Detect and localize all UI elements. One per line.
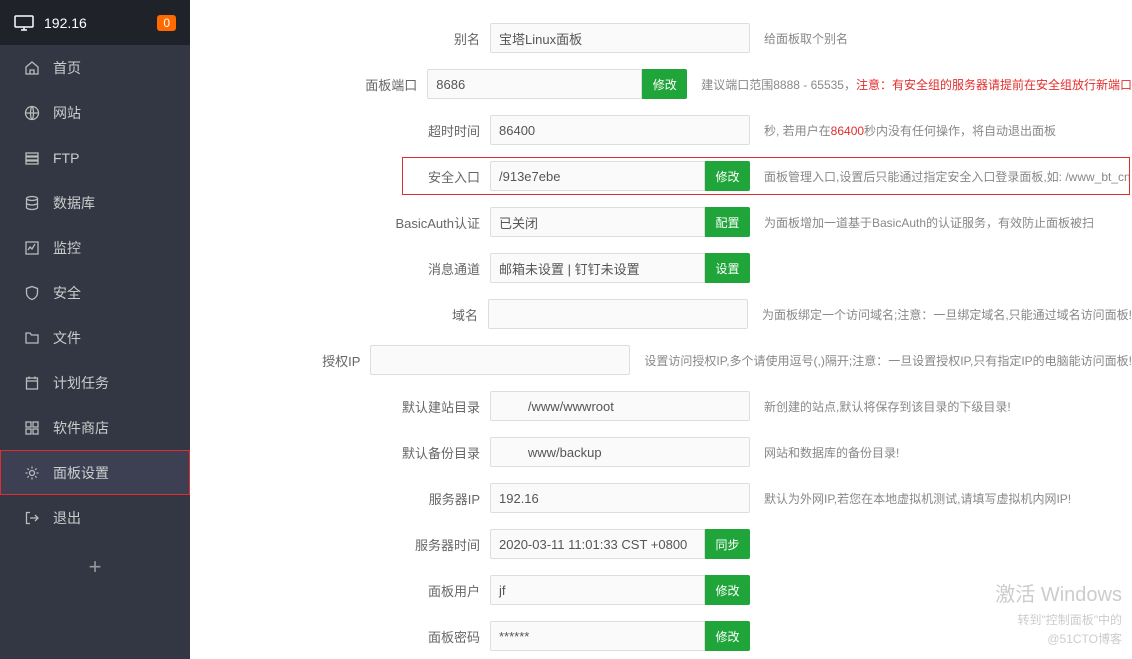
nav-label: 网站 <box>53 103 81 123</box>
secure-entry-input[interactable] <box>490 161 705 191</box>
nav-label: 面板设置 <box>53 463 109 483</box>
panel-pwd-modify-button[interactable]: 修改 <box>705 621 750 651</box>
backup-dir-hint: 网站和数据库的备份目录! <box>750 444 1132 461</box>
sidebar-item-site[interactable]: 网站 <box>0 90 190 135</box>
backup-dir-input[interactable] <box>490 437 750 467</box>
timeout-hint: 秒, 若用户在86400秒内没有任何操作，将自动退出面板 <box>750 122 1132 139</box>
sidebar-item-database[interactable]: 数据库 <box>0 180 190 225</box>
sidebar-header: 192.16 0 <box>0 0 190 45</box>
site-dir-input[interactable] <box>490 391 750 421</box>
ftp-icon <box>23 149 41 167</box>
alias-input[interactable] <box>490 23 750 53</box>
nav-label: FTP <box>53 150 79 166</box>
sidebar: 192.16 0 首页网站FTP数据库监控安全文件计划任务软件商店面板设置退出 … <box>0 0 190 659</box>
security-icon <box>23 284 41 302</box>
nav-label: 计划任务 <box>53 373 109 393</box>
site-icon <box>23 104 41 122</box>
timeout-input[interactable] <box>490 115 750 145</box>
alias-hint: 给面板取个别名 <box>750 30 1132 47</box>
server-ip-label: 服务器IP <box>190 489 490 508</box>
port-hint: 建议端口范围8888 - 65535，注意：有安全组的服务器请提前在安全组放行新… <box>687 76 1132 93</box>
site-dir-label: 默认建站目录 <box>190 397 490 416</box>
domain-hint: 为面板绑定一个访问域名;注意：一旦绑定域名,只能通过域名访问面板! <box>748 306 1132 323</box>
auth-ip-hint: 设置访问授权IP,多个请使用逗号(,)隔开;注意：一旦设置授权IP,只有指定IP… <box>630 352 1132 369</box>
nav-label: 首页 <box>53 58 81 78</box>
server-ip-input[interactable] <box>490 483 750 513</box>
server-ip-text: 192.16 <box>44 15 147 31</box>
domain-input[interactable] <box>488 299 748 329</box>
file-icon <box>23 329 41 347</box>
port-modify-button[interactable]: 修改 <box>642 69 687 99</box>
panel-pwd-label: 面板密码 <box>190 627 490 646</box>
nav-label: 文件 <box>53 328 81 348</box>
msg-set-button[interactable]: 设置 <box>705 253 750 283</box>
msg-input[interactable] <box>490 253 705 283</box>
sidebar-item-panel-settings[interactable]: 面板设置 <box>0 450 190 495</box>
nav-label: 数据库 <box>53 193 95 213</box>
notification-badge[interactable]: 0 <box>157 15 176 31</box>
panel-settings-icon <box>23 464 41 482</box>
sidebar-item-monitor[interactable]: 监控 <box>0 225 190 270</box>
monitor-icon <box>23 239 41 257</box>
nav-label: 退出 <box>53 508 81 528</box>
sidebar-item-soft[interactable]: 软件商店 <box>0 405 190 450</box>
panel-pwd-input[interactable] <box>490 621 705 651</box>
sidebar-item-ftp[interactable]: FTP <box>0 135 190 180</box>
port-label: 面板端口 <box>190 75 427 94</box>
sidebar-item-cron[interactable]: 计划任务 <box>0 360 190 405</box>
server-ip-hint: 默认为外网IP,若您在本地虚拟机测试,请填写虚拟机内网IP! <box>750 490 1132 507</box>
server-time-input[interactable] <box>490 529 705 559</box>
sidebar-item-security[interactable]: 安全 <box>0 270 190 315</box>
main-content: 别名 给面板取个别名 面板端口 修改 建议端口范围8888 - 65535，注意… <box>190 0 1132 659</box>
timeout-label: 超时时间 <box>190 121 490 140</box>
sidebar-item-file[interactable]: 文件 <box>0 315 190 360</box>
database-icon <box>23 194 41 212</box>
basicauth-label: BasicAuth认证 <box>190 213 490 232</box>
nav-label: 软件商店 <box>53 418 109 438</box>
nav-label: 安全 <box>53 283 81 303</box>
panel-user-modify-button[interactable]: 修改 <box>705 575 750 605</box>
secure-entry-modify-button[interactable]: 修改 <box>705 161 750 191</box>
sidebar-item-logout[interactable]: 退出 <box>0 495 190 540</box>
panel-user-input[interactable] <box>490 575 705 605</box>
backup-dir-label: 默认备份目录 <box>190 443 490 462</box>
sidebar-item-home[interactable]: 首页 <box>0 45 190 90</box>
site-dir-hint: 新创建的站点,默认将保存到该目录的下级目录! <box>750 398 1132 415</box>
basicauth-input[interactable] <box>490 207 705 237</box>
domain-label: 域名 <box>190 305 488 324</box>
auth-ip-input[interactable] <box>370 345 630 375</box>
soft-icon <box>23 419 41 437</box>
secure-entry-label: 安全入口 <box>190 167 490 186</box>
panel-user-label: 面板用户 <box>190 581 490 600</box>
basicauth-config-button[interactable]: 配置 <box>705 207 750 237</box>
home-icon <box>23 59 41 77</box>
nav-label: 监控 <box>53 238 81 258</box>
alias-label: 别名 <box>190 29 490 48</box>
monitor-icon <box>14 15 34 31</box>
secure-entry-hint: 面板管理入口,设置后只能通过指定安全入口登录面板,如: /www_bt_cn <box>750 168 1132 185</box>
add-server-button[interactable]: + <box>0 540 190 594</box>
msg-label: 消息通道 <box>190 259 490 278</box>
port-input[interactable] <box>427 69 642 99</box>
server-time-sync-button[interactable]: 同步 <box>705 529 750 559</box>
logout-icon <box>23 509 41 527</box>
auth-ip-label: 授权IP <box>190 351 370 370</box>
server-time-label: 服务器时间 <box>190 535 490 554</box>
cron-icon <box>23 374 41 392</box>
basicauth-hint: 为面板增加一道基于BasicAuth的认证服务，有效防止面板被扫 <box>750 214 1132 231</box>
